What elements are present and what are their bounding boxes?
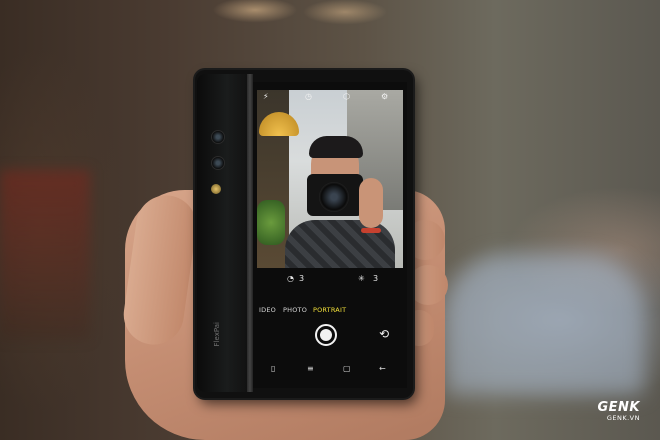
switch-camera-icon[interactable]: ⟲ — [379, 326, 393, 342]
recents-icon[interactable]: ▯ — [271, 364, 275, 373]
portrait-adjust-row: ◔ 3 ✳ 3 — [257, 274, 403, 288]
timer-icon[interactable]: ◷ — [305, 92, 312, 102]
watermark-site: GENK.VN — [606, 414, 640, 422]
background-shelf — [0, 170, 90, 340]
beauty-icon[interactable]: ✳ — [358, 274, 365, 283]
home-icon[interactable]: ▢ — [343, 364, 351, 373]
mode-video[interactable]: IDEO — [259, 306, 276, 314]
system-nav-bar: ▯ ≡ ▢ ← — [257, 364, 403, 378]
mode-portrait[interactable]: PORTRAIT — [313, 306, 346, 314]
viewfinder-hand — [359, 178, 383, 228]
back-icon[interactable]: ← — [379, 364, 386, 373]
shutter-inner — [320, 329, 332, 341]
bokeh-icon[interactable]: ◔ — [287, 274, 294, 283]
background-person — [445, 255, 645, 395]
viewfinder-person-hair — [309, 136, 363, 158]
filter-icon[interactable]: ⬡ — [343, 92, 350, 102]
viewfinder-camera-lens — [319, 182, 349, 212]
brand-label: FlexPai — [213, 322, 221, 347]
flash-led-icon — [211, 184, 221, 194]
watermark-logo: GENK — [597, 400, 640, 415]
site-watermark: GENK GENK.VN — [597, 400, 640, 422]
foldable-phone: FlexPai ⚡ ◷ ⬡ ⚙ ◔ 3 ✳ 3 IDEO PHOTO PORTR… — [195, 70, 413, 398]
bokeh-value: 3 — [299, 274, 305, 283]
phone-back-panel: FlexPai — [197, 74, 247, 392]
camera-screen: ⚡ ◷ ⬡ ⚙ ◔ 3 ✳ 3 IDEO PHOTO PORTRAIT ⟲ ▯ … — [253, 82, 407, 388]
camera-mode-selector: IDEO PHOTO PORTRAIT — [257, 306, 403, 318]
camera-lens-icon — [211, 156, 225, 170]
camera-viewfinder[interactable] — [257, 90, 403, 268]
menu-icon[interactable]: ≡ — [307, 364, 314, 373]
camera-top-toolbar: ⚡ ◷ ⬡ ⚙ — [257, 92, 403, 104]
viewfinder-plant — [257, 200, 285, 245]
beauty-value: 3 — [373, 274, 379, 283]
mode-photo[interactable]: PHOTO — [283, 306, 307, 314]
finger — [408, 265, 448, 305]
viewfinder-bracelet — [361, 228, 381, 233]
shutter-button[interactable] — [315, 324, 337, 346]
camera-lens-icon — [211, 130, 225, 144]
flash-icon[interactable]: ⚡ — [263, 92, 269, 102]
settings-icon[interactable]: ⚙ — [381, 92, 388, 102]
